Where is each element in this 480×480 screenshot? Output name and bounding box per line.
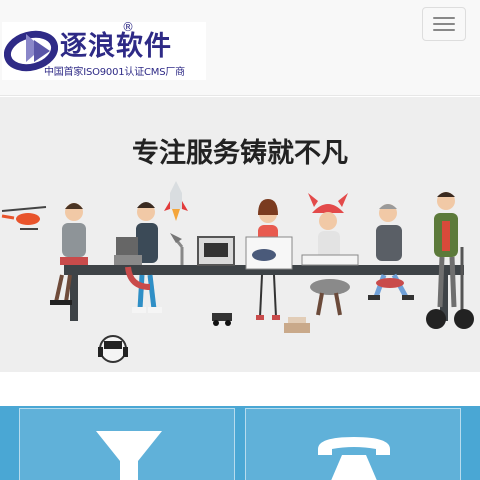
feature-card[interactable]: [19, 408, 235, 480]
logo-subtitle: 中国首家ISO9001认证CMS厂商: [44, 67, 185, 78]
person-figure: [50, 203, 88, 305]
lamp-icon: [170, 233, 184, 265]
funnel-icon: [96, 431, 162, 480]
person-figure: [245, 199, 293, 320]
toy-car-icon: [212, 313, 232, 326]
printer-device: [197, 236, 235, 266]
person-figure: [368, 204, 414, 300]
person-figure: [114, 202, 162, 313]
team-illustration: [1, 181, 474, 363]
robot-icon: [98, 335, 128, 363]
phone-icon: [318, 437, 390, 480]
menu-toggle-button[interactable]: [422, 7, 466, 41]
rocket-icon: [164, 181, 188, 221]
hamburger-icon: [433, 29, 455, 31]
hamburger-icon: [433, 23, 455, 25]
helicopter-icon: [1, 206, 47, 230]
model-icon: [284, 317, 310, 333]
brand-logo[interactable]: 逐浪软件 ® 中国首家ISO9001认证CMS厂商: [2, 20, 206, 80]
person-figure: [301, 193, 359, 316]
logo-title: 逐浪软件: [60, 31, 172, 62]
hamburger-icon: [433, 17, 455, 19]
hero-banner: 专注服务铸就不凡: [0, 97, 480, 372]
features-section: [0, 406, 480, 480]
navbar: 逐浪软件 ® 中国首家ISO9001认证CMS厂商: [0, 0, 480, 96]
registered-mark: ®: [122, 20, 134, 34]
person-figure: [426, 192, 474, 329]
feature-card[interactable]: [245, 408, 461, 480]
